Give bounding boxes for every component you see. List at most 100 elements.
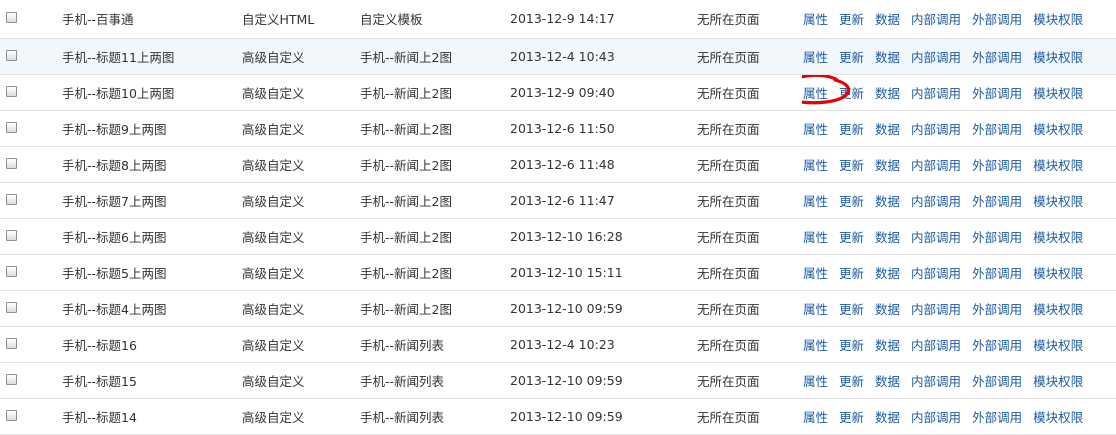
update-link[interactable]: 更新 — [839, 12, 864, 27]
internal-call-link[interactable]: 内部调用 — [911, 266, 961, 281]
row-checkbox[interactable] — [6, 12, 17, 24]
internal-call-link[interactable]: 内部调用 — [911, 12, 961, 27]
props-link[interactable]: 属性 — [803, 338, 828, 353]
internal-call-link[interactable]: 内部调用 — [911, 374, 961, 389]
data-link[interactable]: 数据 — [875, 230, 900, 245]
props-link[interactable]: 属性 — [803, 12, 828, 27]
select-cell — [0, 326, 44, 363]
external-call-link[interactable]: 外部调用 — [972, 266, 1022, 281]
module-permission-link[interactable]: 模块权限 — [1033, 374, 1083, 389]
module-permission-link[interactable]: 模块权限 — [1033, 266, 1083, 281]
update-link[interactable]: 更新 — [839, 86, 864, 101]
internal-call-link[interactable]: 内部调用 — [911, 410, 961, 425]
table-row[interactable]: 手机--标题9上两图 高级自定义 手机--新闻上2图 2013-12-6 11:50 无… — [0, 110, 1116, 147]
props-link-wrap: 属性 — [803, 155, 839, 174]
props-link[interactable]: 属性 — [803, 230, 828, 245]
props-link[interactable]: 属性 — [803, 86, 828, 101]
row-checkbox[interactable] — [6, 409, 17, 421]
table-row[interactable]: 手机--标题5上两图 高级自定义 手机--新闻上2图 2013-12-10 15:11… — [0, 254, 1116, 291]
update-link[interactable]: 更新 — [839, 122, 864, 137]
update-link[interactable]: 更新 — [839, 50, 864, 65]
table-row[interactable]: 手机--百事通 自定义HTML 自定义模板 2013-12-9 14:17 无所在页面属… — [0, 0, 1116, 39]
row-checkbox[interactable] — [6, 265, 17, 277]
update-link[interactable]: 更新 — [839, 158, 864, 173]
module-permission-link[interactable]: 模块权限 — [1033, 12, 1083, 27]
external-call-link[interactable]: 外部调用 — [972, 374, 1022, 389]
data-link[interactable]: 数据 — [875, 338, 900, 353]
props-link[interactable]: 属性 — [803, 374, 828, 389]
external-call-link[interactable]: 外部调用 — [972, 302, 1022, 317]
update-link[interactable]: 更新 — [839, 266, 864, 281]
table-row[interactable]: 手机--标题15 高级自定义 手机--新闻列表 2013-12-10 09:59 无所在… — [0, 362, 1116, 399]
row-checkbox[interactable] — [6, 229, 17, 241]
update-link[interactable]: 更新 — [839, 410, 864, 425]
external-call-link[interactable]: 外部调用 — [972, 50, 1022, 65]
props-link[interactable]: 属性 — [803, 50, 828, 65]
row-checkbox[interactable] — [6, 49, 17, 61]
data-link[interactable]: 数据 — [875, 50, 900, 65]
table-row[interactable]: 手机--标题4上两图 高级自定义 手机--新闻上2图 2013-12-10 09:59… — [0, 290, 1116, 327]
module-permission-link[interactable]: 模块权限 — [1033, 50, 1083, 65]
internal-call-link[interactable]: 内部调用 — [911, 86, 961, 101]
data-link[interactable]: 数据 — [875, 122, 900, 137]
external-call-link[interactable]: 外部调用 — [972, 194, 1022, 209]
external-call-link[interactable]: 外部调用 — [972, 230, 1022, 245]
external-call-link[interactable]: 外部调用 — [972, 410, 1022, 425]
module-permission-link[interactable]: 模块权限 — [1033, 338, 1083, 353]
external-call-link[interactable]: 外部调用 — [972, 338, 1022, 353]
table-row[interactable]: 手机--标题10上两图 高级自定义 手机--新闻上2图 2013-12-9 09:40… — [0, 74, 1116, 111]
props-link[interactable]: 属性 — [803, 194, 828, 209]
table-row[interactable]: 手机--标题6上两图 高级自定义 手机--新闻上2图 2013-12-10 16:28… — [0, 218, 1116, 255]
data-link[interactable]: 数据 — [875, 86, 900, 101]
internal-call-link[interactable]: 内部调用 — [911, 50, 961, 65]
data-link[interactable]: 数据 — [875, 374, 900, 389]
module-permission-link[interactable]: 模块权限 — [1033, 302, 1083, 317]
row-checkbox[interactable] — [6, 301, 17, 313]
row-checkbox[interactable] — [6, 193, 17, 205]
module-permission-link[interactable]: 模块权限 — [1033, 158, 1083, 173]
external-call-link[interactable]: 外部调用 — [972, 122, 1022, 137]
update-link[interactable]: 更新 — [839, 230, 864, 245]
update-link[interactable]: 更新 — [839, 374, 864, 389]
table-row[interactable]: 手机--标题16 高级自定义 手机--新闻列表 2013-12-4 10:23 无所在页… — [0, 326, 1116, 363]
internal-call-link[interactable]: 内部调用 — [911, 302, 961, 317]
table-row[interactable]: 手机--标题14 高级自定义 手机--新闻列表 2013-12-10 09:59 无所在… — [0, 398, 1116, 435]
internal-call-link[interactable]: 内部调用 — [911, 338, 961, 353]
data-link[interactable]: 数据 — [875, 158, 900, 173]
module-permission-link[interactable]: 模块权限 — [1033, 410, 1083, 425]
row-checkbox[interactable] — [6, 337, 17, 349]
data-link[interactable]: 数据 — [875, 410, 900, 425]
props-link[interactable]: 属性 — [803, 302, 828, 317]
row-checkbox[interactable] — [6, 373, 17, 385]
row-checkbox[interactable] — [6, 85, 17, 97]
props-link[interactable]: 属性 — [803, 266, 828, 281]
module-permission-link[interactable]: 模块权限 — [1033, 230, 1083, 245]
external-call-link[interactable]: 外部调用 — [972, 158, 1022, 173]
module-permission-link[interactable]: 模块权限 — [1033, 194, 1083, 209]
external-call-link[interactable]: 外部调用 — [972, 86, 1022, 101]
table-row[interactable]: 手机--标题7上两图 高级自定义 手机--新闻上2图 2013-12-6 11:47 无… — [0, 182, 1116, 219]
internal-call-link[interactable]: 内部调用 — [911, 122, 961, 137]
table-row[interactable]: 手机--标题11上两图 高级自定义 手机--新闻上2图 2013-12-4 10:43… — [0, 38, 1116, 75]
data-link[interactable]: 数据 — [875, 12, 900, 27]
external-call-link[interactable]: 外部调用 — [972, 12, 1022, 27]
table-row[interactable]: 手机--标题8上两图 高级自定义 手机--新闻上2图 2013-12-6 11:48 无… — [0, 146, 1116, 183]
row-checkbox[interactable] — [6, 121, 17, 133]
data-link[interactable]: 数据 — [875, 302, 900, 317]
props-link[interactable]: 属性 — [803, 122, 828, 137]
internal-call-link[interactable]: 内部调用 — [911, 194, 961, 209]
props-link[interactable]: 属性 — [803, 410, 828, 425]
update-link[interactable]: 更新 — [839, 194, 864, 209]
module-permission-link[interactable]: 模块权限 — [1033, 122, 1083, 137]
internal-call-link[interactable]: 内部调用 — [911, 230, 961, 245]
update-link[interactable]: 更新 — [839, 302, 864, 317]
internal-call-link[interactable]: 内部调用 — [911, 158, 961, 173]
module-permission-link[interactable]: 模块权限 — [1033, 86, 1083, 101]
props-link[interactable]: 属性 — [803, 158, 828, 173]
select-cell — [0, 182, 44, 219]
props-link-wrap: 属性 — [803, 47, 839, 66]
update-link[interactable]: 更新 — [839, 338, 864, 353]
row-checkbox[interactable] — [6, 157, 17, 169]
data-link[interactable]: 数据 — [875, 266, 900, 281]
data-link[interactable]: 数据 — [875, 194, 900, 209]
